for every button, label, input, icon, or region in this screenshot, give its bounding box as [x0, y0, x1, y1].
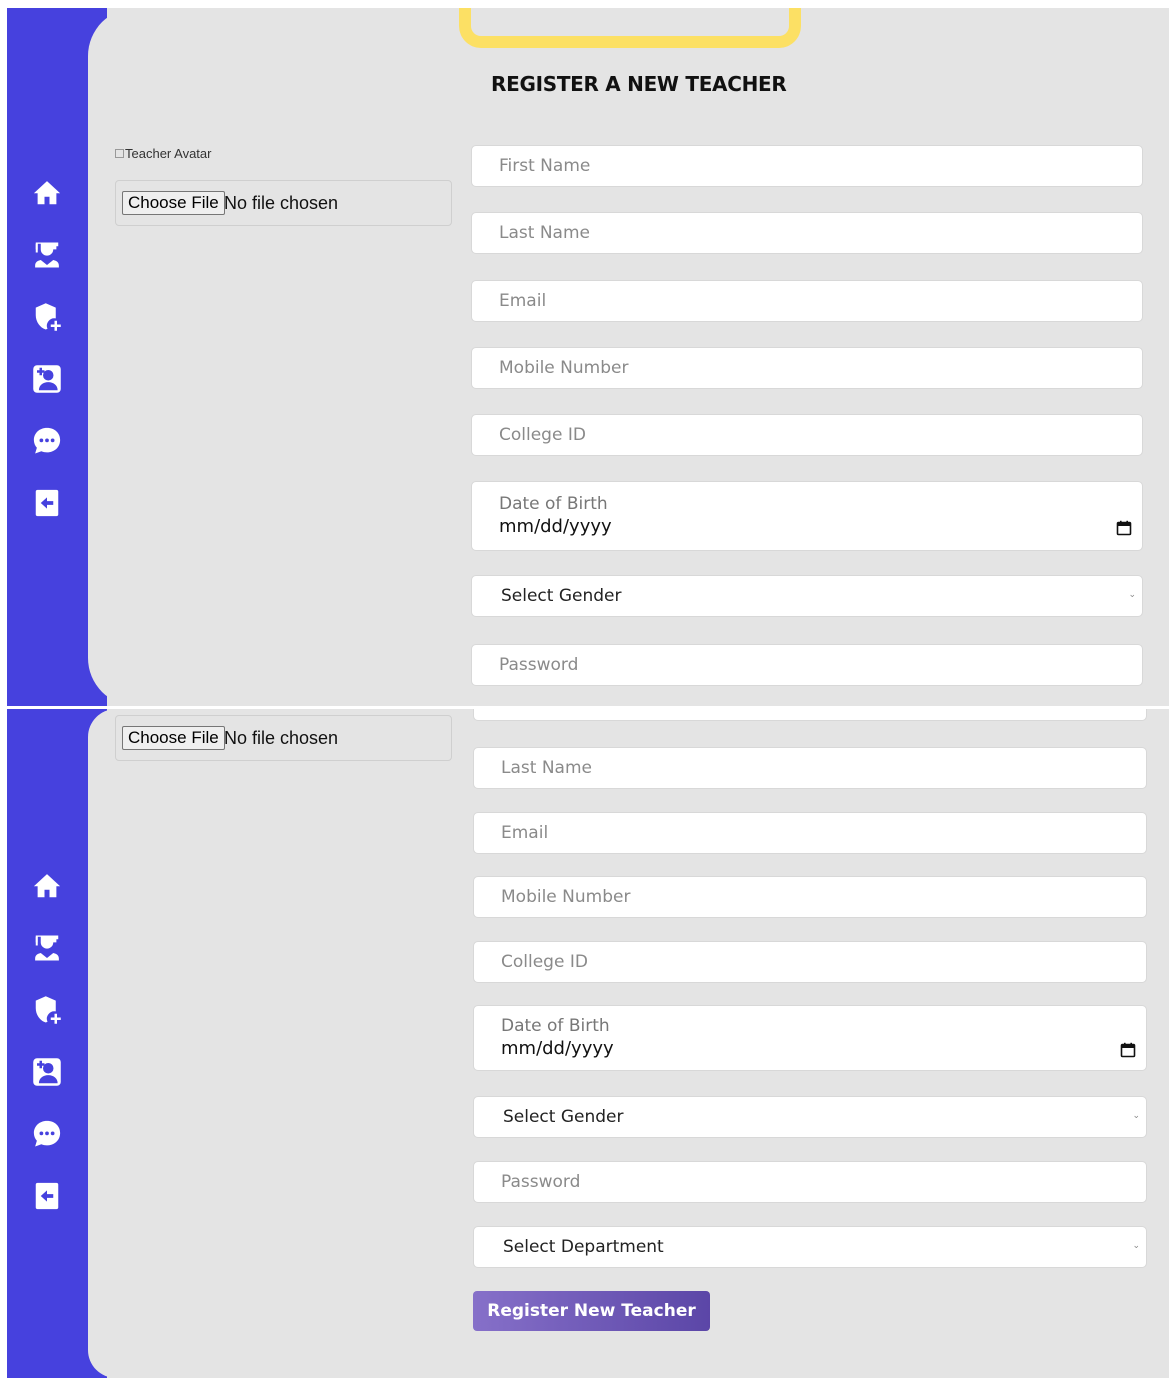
password-input[interactable]: Password [471, 644, 1143, 686]
shield-plus-icon[interactable] [32, 302, 62, 332]
sidebar-nav [7, 871, 87, 1243]
teacher-avatar: Teacher Avatar [115, 146, 211, 161]
page-title: REGISTER A NEW TEACHER [491, 72, 787, 96]
chevron-down-icon: ⌄ [1132, 1111, 1140, 1121]
register-teacher-button[interactable]: Register New Teacher [473, 1291, 710, 1331]
screenshot-top: REGISTER A NEW TEACHER Teacher Avatar Ch… [7, 8, 1169, 706]
home-icon[interactable] [32, 871, 62, 901]
date-of-birth-value: mm/dd/yyyy [499, 516, 612, 537]
gender-select-value: Select Gender [501, 586, 622, 606]
decorative-header-tab [459, 8, 801, 48]
chat-icon[interactable] [32, 1119, 62, 1149]
first-name-input[interactable] [473, 709, 1147, 721]
graduate-icon[interactable] [32, 240, 62, 270]
choose-file-button[interactable]: Choose File [122, 726, 225, 750]
email-input[interactable]: Email [471, 280, 1143, 322]
logout-icon[interactable] [32, 488, 62, 518]
gender-select[interactable]: Select Gender ⌄ [471, 575, 1143, 617]
last-name-input[interactable]: Last Name [473, 747, 1147, 789]
password-input[interactable]: Password [473, 1161, 1147, 1203]
calendar-icon[interactable] [1120, 1042, 1136, 1058]
department-select[interactable]: Select Department ⌄ [473, 1226, 1147, 1268]
file-status: No file chosen [224, 728, 339, 748]
avatar-alt-text: Teacher Avatar [125, 146, 212, 161]
graduate-icon[interactable] [32, 933, 62, 963]
first-name-input[interactable]: First Name [471, 145, 1143, 187]
date-of-birth-input[interactable]: Date of Birth mm/dd/yyyy [473, 1005, 1147, 1071]
mobile-number-input[interactable]: Mobile Number [473, 876, 1147, 918]
college-id-input[interactable]: College ID [471, 414, 1143, 456]
avatar-file-input: Choose File No file chosen [115, 180, 452, 226]
shield-plus-icon[interactable] [32, 995, 62, 1025]
add-user-icon[interactable] [32, 1057, 62, 1087]
date-of-birth-label: Date of Birth [499, 494, 608, 514]
department-select-value: Select Department [503, 1237, 664, 1257]
add-user-icon[interactable] [32, 364, 62, 394]
date-of-birth-label: Date of Birth [501, 1016, 610, 1036]
calendar-icon[interactable] [1116, 520, 1132, 536]
screenshot-bottom: Choose File No file chosen Last Name Ema… [7, 709, 1169, 1378]
logout-icon[interactable] [32, 1181, 62, 1211]
gender-select[interactable]: Select Gender ⌄ [473, 1096, 1147, 1138]
gender-select-value: Select Gender [503, 1107, 624, 1127]
chevron-down-icon: ⌄ [1128, 590, 1136, 600]
home-icon[interactable] [32, 178, 62, 208]
last-name-input[interactable]: Last Name [471, 212, 1143, 254]
chevron-down-icon: ⌄ [1132, 1241, 1140, 1251]
date-of-birth-input[interactable]: Date of Birth mm/dd/yyyy [471, 481, 1143, 551]
chat-icon[interactable] [32, 426, 62, 456]
file-status: No file chosen [224, 193, 339, 213]
mobile-number-input[interactable]: Mobile Number [471, 347, 1143, 389]
avatar-file-input: Choose File No file chosen [115, 715, 452, 761]
broken-image-icon [115, 149, 124, 158]
college-id-input[interactable]: College ID [473, 941, 1147, 983]
email-input[interactable]: Email [473, 812, 1147, 854]
choose-file-button[interactable]: Choose File [122, 191, 225, 215]
date-of-birth-value: mm/dd/yyyy [501, 1038, 614, 1059]
sidebar-nav [7, 178, 87, 550]
